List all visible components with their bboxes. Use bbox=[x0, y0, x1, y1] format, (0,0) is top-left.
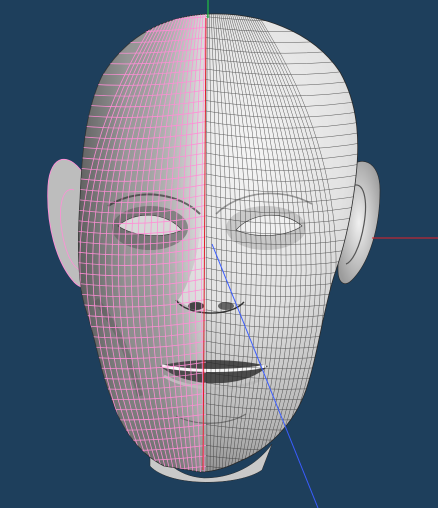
viewport-scene[interactable] bbox=[0, 0, 438, 508]
3d-viewport[interactable] bbox=[0, 0, 438, 508]
